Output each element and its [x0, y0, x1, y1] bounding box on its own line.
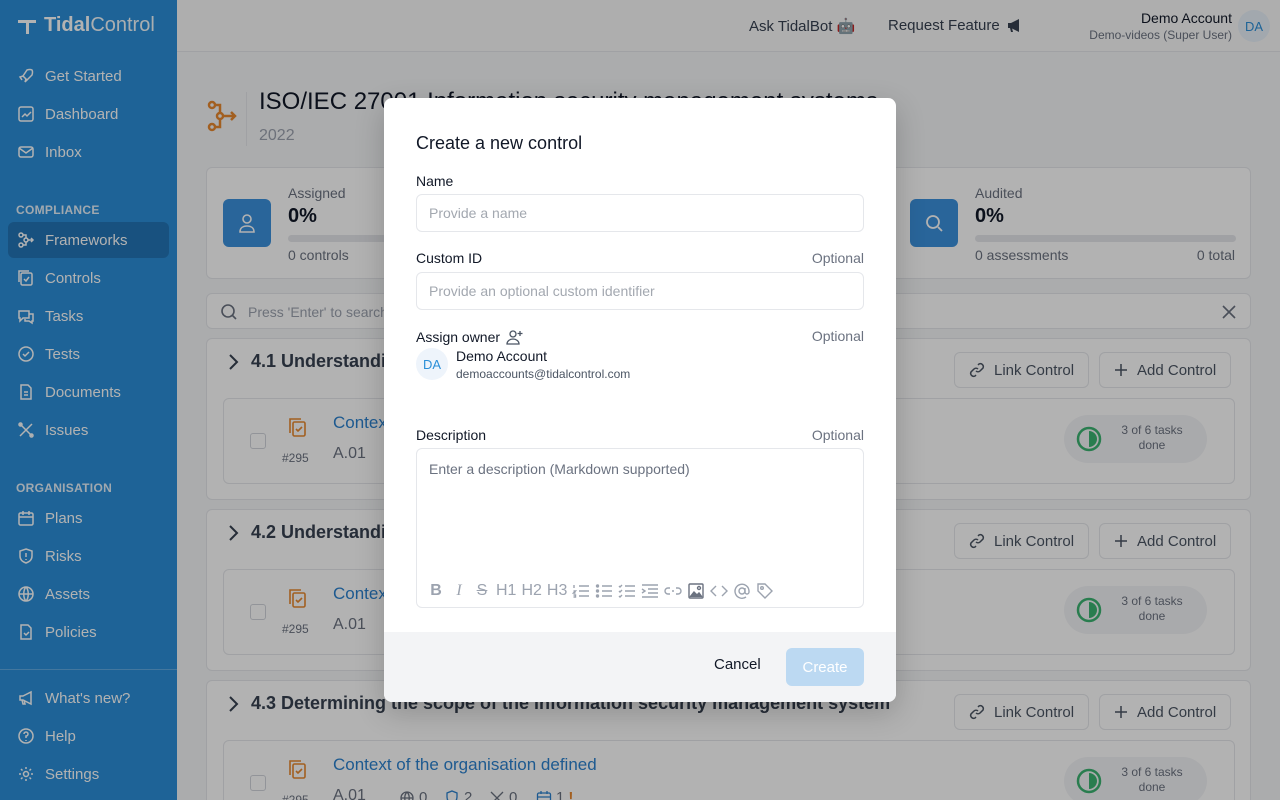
description-label: Description	[416, 427, 487, 443]
image-icon[interactable]	[687, 581, 705, 601]
create-button[interactable]: Create	[786, 648, 864, 686]
italic-button[interactable]: I	[450, 581, 468, 601]
cancel-button[interactable]: Cancel	[714, 656, 761, 673]
modal-footer: Cancel Create	[384, 632, 896, 702]
name-input[interactable]	[416, 194, 864, 232]
description-placeholder: Enter a description (Markdown supported)	[429, 461, 690, 477]
description-optional: Optional	[811, 427, 864, 443]
tag-icon[interactable]	[756, 581, 774, 601]
heading3-button[interactable]: H3	[547, 581, 567, 601]
modal-title: Create a new control	[416, 133, 583, 153]
bold-button[interactable]: B	[427, 581, 445, 601]
owner-name: Demo Account	[456, 348, 548, 364]
assign-owner-text: Assign owner	[416, 329, 501, 345]
ordered-list-icon[interactable]	[572, 581, 590, 601]
owner-avatar[interactable]: DA	[416, 348, 448, 380]
owner-optional: Optional	[811, 328, 864, 344]
description-editor[interactable]: Enter a description (Markdown supported)…	[416, 448, 864, 608]
create-control-modal: Create a new control Name Custom ID Opti…	[384, 98, 896, 702]
code-icon[interactable]	[710, 581, 729, 601]
checklist-icon[interactable]	[618, 581, 636, 601]
owner-email: demoaccounts@tidalcontrol.com	[456, 367, 631, 381]
add-user-icon[interactable]	[506, 328, 524, 346]
custom-id-label: Custom ID	[416, 250, 483, 266]
indent-icon[interactable]	[641, 581, 659, 601]
custom-id-input[interactable]	[416, 272, 864, 310]
editor-toolbar: B I S H1 H2 H3	[427, 581, 774, 601]
mention-icon[interactable]	[733, 581, 751, 601]
bullet-list-icon[interactable]	[595, 581, 613, 601]
custom-id-optional: Optional	[811, 250, 864, 266]
name-label: Name	[416, 173, 454, 189]
link-icon[interactable]	[664, 581, 682, 601]
strikethrough-button[interactable]: S	[473, 581, 491, 601]
heading2-button[interactable]: H2	[521, 581, 541, 601]
assign-owner-label: Assign owner	[416, 328, 524, 346]
heading1-button[interactable]: H1	[496, 581, 516, 601]
